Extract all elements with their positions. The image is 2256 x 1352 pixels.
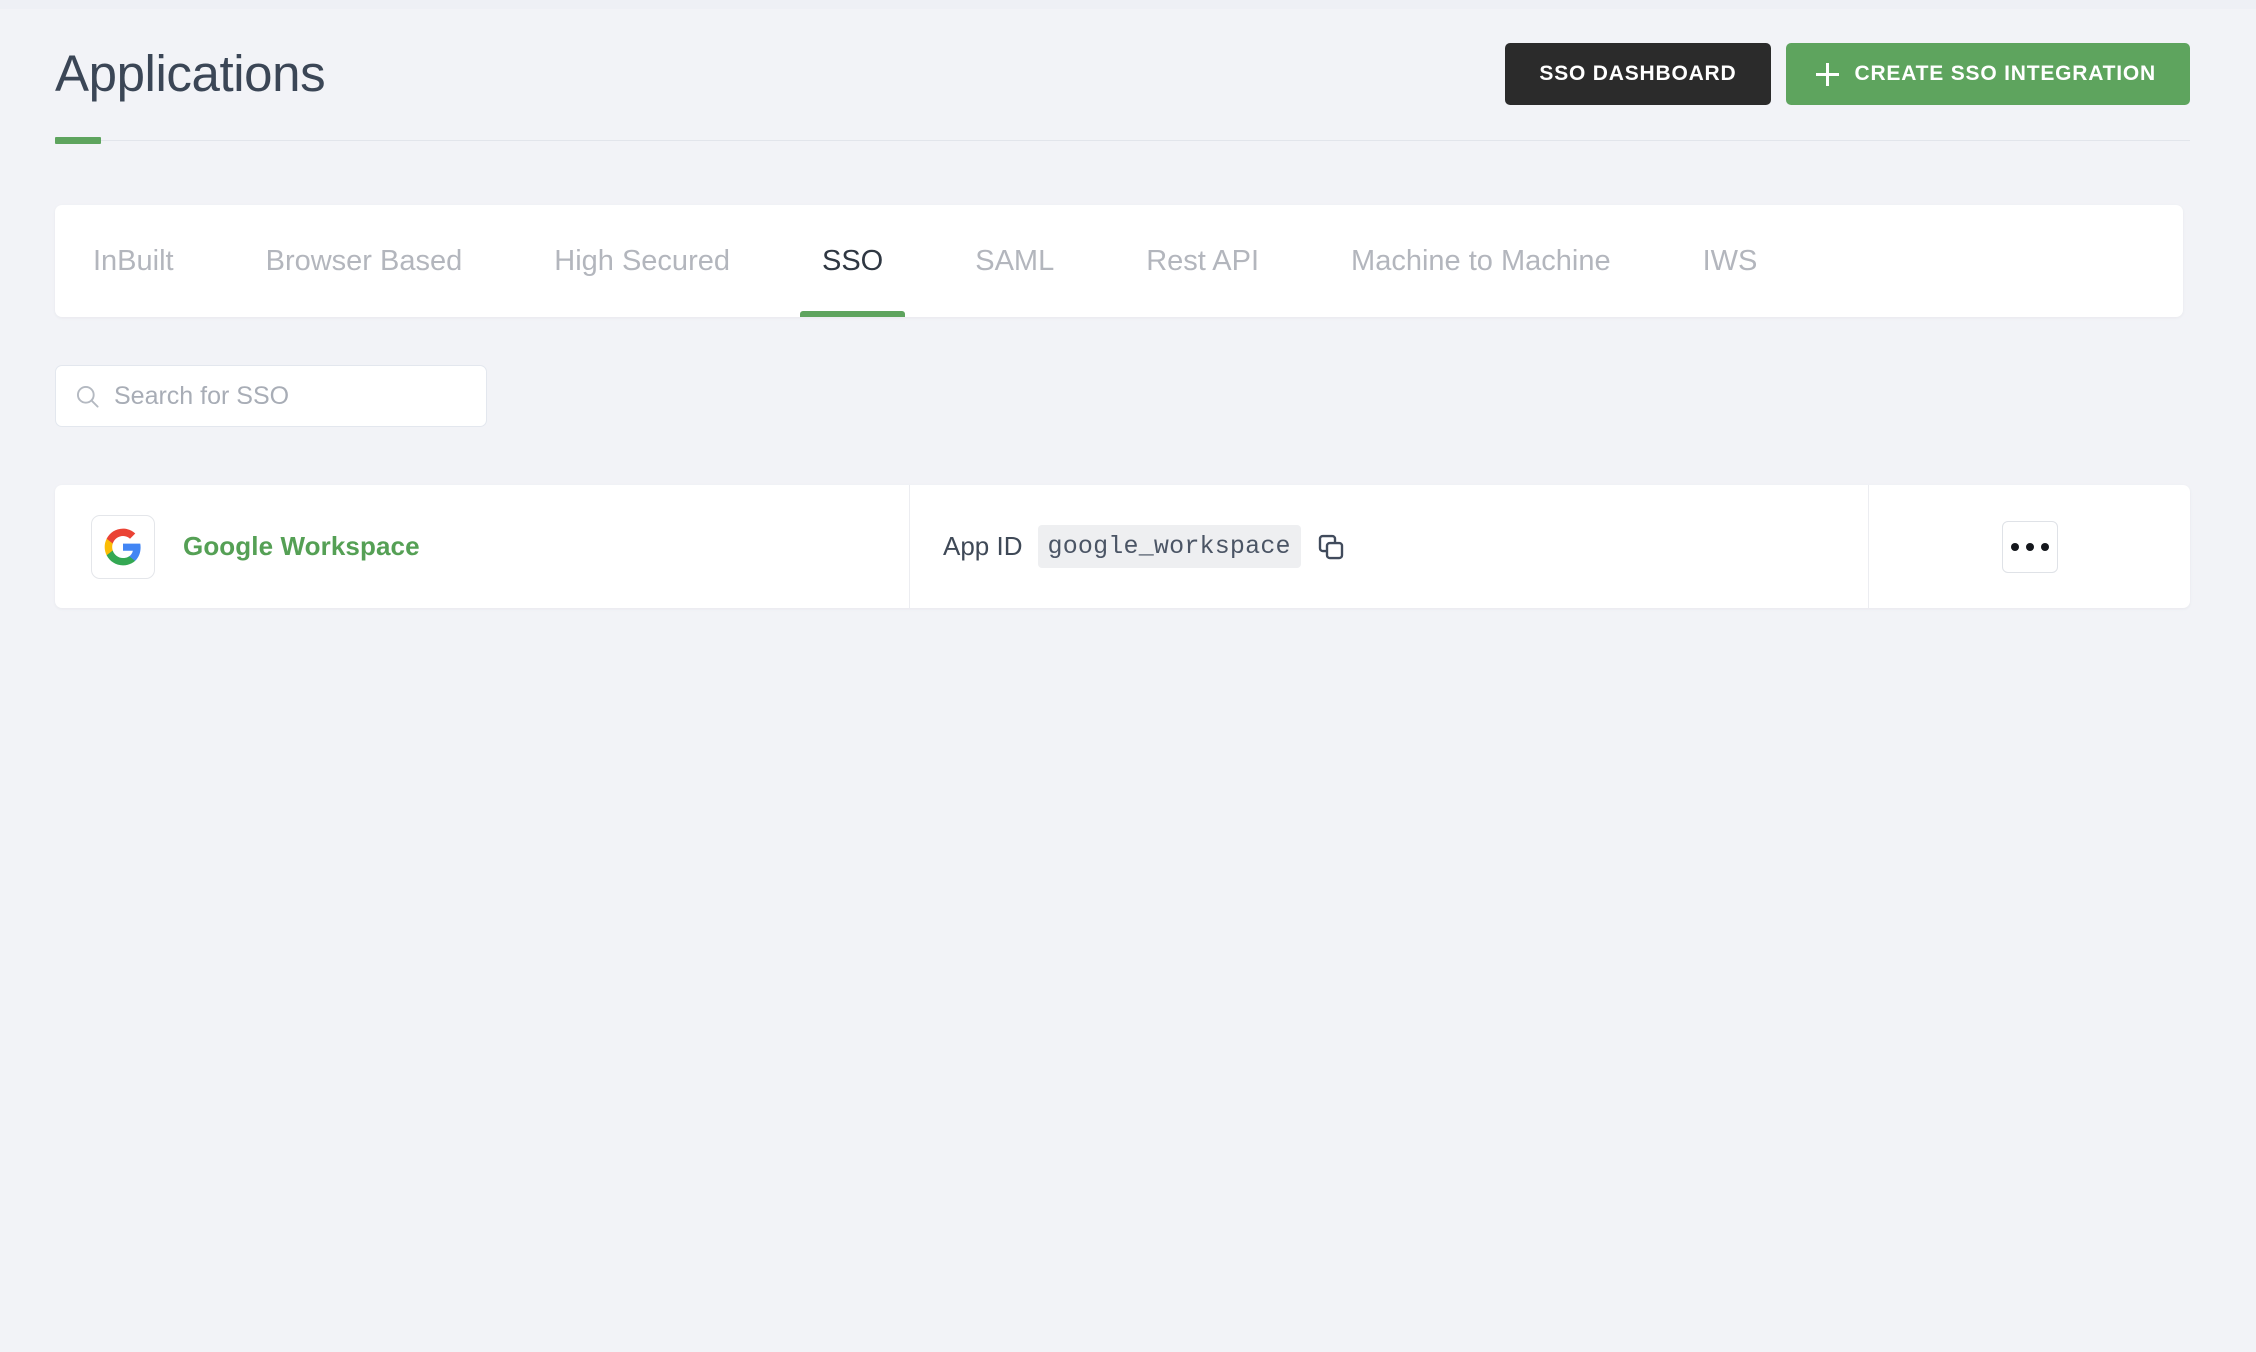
tab-sso[interactable]: SSO <box>799 205 906 317</box>
app-id-label: App ID <box>943 531 1023 561</box>
kebab-dot <box>2025 542 2034 551</box>
tab-high-secured-label: High Secured <box>554 244 730 277</box>
page-header: Applications SSO DASHBOARD CREATE SSO IN… <box>0 9 2256 144</box>
application-type-tabs: InBuilt Browser Based High Secured SSO S… <box>55 205 2183 317</box>
header-accent-bar <box>55 137 101 144</box>
row-cell-name: Google Workspace <box>55 485 910 608</box>
create-sso-integration-button-label: CREATE SSO INTEGRATION <box>1854 62 2156 85</box>
row-cell-actions <box>1869 485 2190 608</box>
tab-browser-based[interactable]: Browser Based <box>266 205 463 317</box>
tab-iws[interactable]: IWS <box>1703 205 1758 317</box>
tab-machine-to-machine[interactable]: Machine to Machine <box>1351 205 1611 317</box>
tab-inbuilt-label: InBuilt <box>93 244 174 277</box>
tab-browser-based-label: Browser Based <box>265 244 463 277</box>
tab-machine-to-machine-label: Machine to Machine <box>1351 244 1611 277</box>
kebab-menu-icon[interactable] <box>2001 520 2058 573</box>
kebab-dot <box>2010 542 2019 551</box>
header-actions: SSO DASHBOARD CREATE SSO INTEGRATION <box>1505 43 2190 105</box>
plus-icon <box>1815 62 1839 86</box>
tab-rest-api-label: Rest API <box>1146 244 1260 277</box>
header-divider <box>55 140 2190 141</box>
table-row: Google Workspace App ID google_workspace <box>55 485 2190 608</box>
row-cell-appid: App ID google_workspace <box>910 485 1869 608</box>
search-icon <box>76 385 99 408</box>
tab-iws-label: IWS <box>1702 244 1758 277</box>
copy-icon[interactable] <box>1316 532 1346 562</box>
applications-page: Applications SSO DASHBOARD CREATE SSO IN… <box>0 0 2256 1352</box>
sso-dashboard-button[interactable]: SSO DASHBOARD <box>1505 43 1771 105</box>
kebab-dot <box>2040 542 2049 551</box>
create-sso-integration-button[interactable]: CREATE SSO INTEGRATION <box>1785 43 2190 105</box>
search-box[interactable] <box>55 365 487 427</box>
tab-inbuilt[interactable]: InBuilt <box>93 205 174 317</box>
tab-sso-label: SSO <box>821 244 884 277</box>
page-title: Applications <box>55 45 326 102</box>
top-strip <box>0 0 2256 9</box>
applications-list: Google Workspace App ID google_workspace <box>55 485 2190 608</box>
tab-high-secured[interactable]: High Secured <box>554 205 730 317</box>
app-name-link[interactable]: Google Workspace <box>183 531 420 562</box>
app-id-value: google_workspace <box>1037 525 1301 568</box>
sso-dashboard-button-label: SSO DASHBOARD <box>1539 62 1737 85</box>
tab-rest-api[interactable]: Rest API <box>1146 205 1259 317</box>
app-logo <box>91 514 155 579</box>
google-logo-icon <box>104 528 141 565</box>
tab-saml-label: SAML <box>975 244 1055 277</box>
search-input[interactable] <box>114 381 468 411</box>
tab-saml[interactable]: SAML <box>975 205 1054 317</box>
